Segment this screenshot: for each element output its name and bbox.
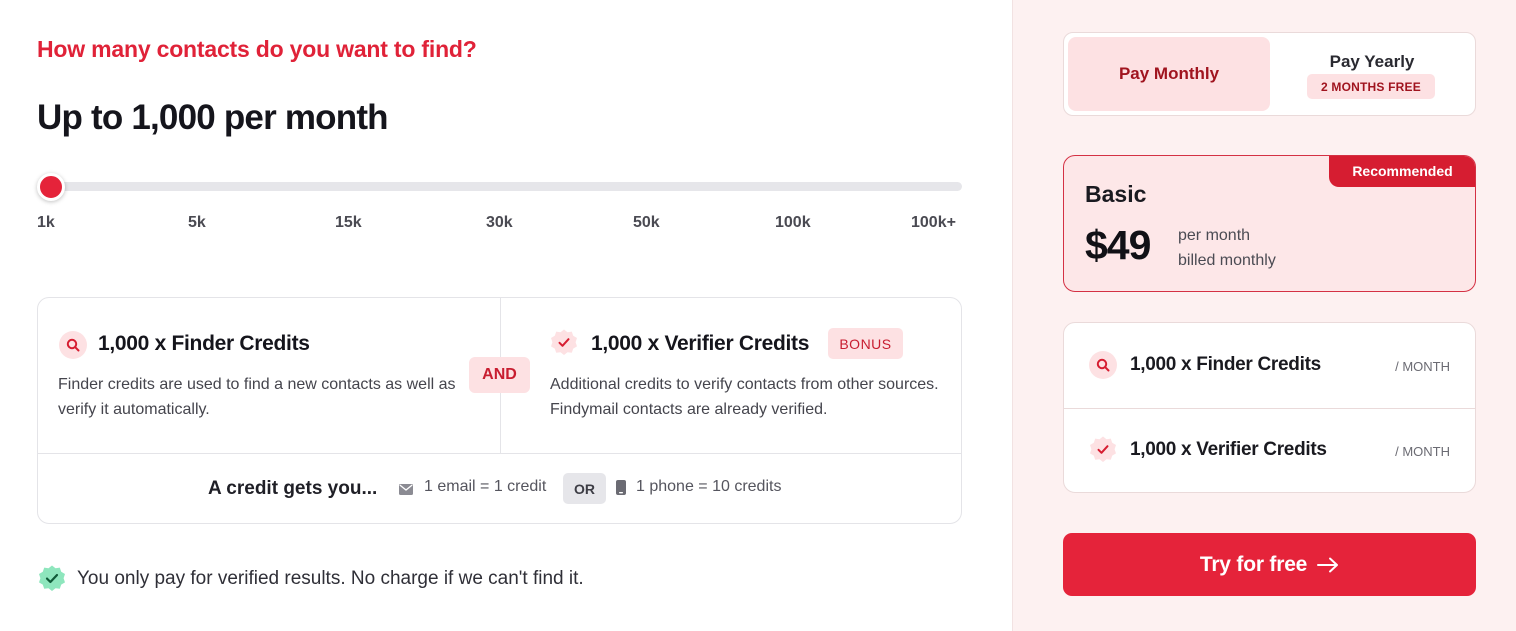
slider-ticks: 1k 5k 15k 30k 50k 100k 100k+ xyxy=(37,214,963,236)
try-for-free-button[interactable]: Try for free xyxy=(1063,533,1476,596)
tick-label[interactable]: 5k xyxy=(188,214,206,232)
verifier-credits-title: 1,000 x Verifier Credits xyxy=(591,332,810,355)
bonus-badge: BONUS xyxy=(828,328,903,359)
credit-gets-label: A credit gets you... xyxy=(208,478,378,499)
cta-label: Try for free xyxy=(1199,552,1308,576)
tick-label[interactable]: 50k xyxy=(633,214,660,232)
tick-label[interactable]: 100k+ xyxy=(911,214,956,232)
calculator-question: How many contacts do you want to find? xyxy=(37,36,477,62)
recommended-badge: Recommended xyxy=(1329,156,1475,187)
arrow-right-icon xyxy=(1317,557,1339,573)
credit-gets-row: A credit gets you... 1 email = 1 credit … xyxy=(38,454,961,524)
feature-title: 1,000 x Finder Credits xyxy=(1130,354,1321,375)
and-separator: AND xyxy=(469,357,530,393)
pay-monthly-tab[interactable]: Pay Monthly xyxy=(1068,37,1270,111)
slider-thumb[interactable] xyxy=(37,173,65,201)
tick-label[interactable]: 15k xyxy=(335,214,362,232)
plan-period-line: per month xyxy=(1178,227,1251,244)
envelope-icon xyxy=(399,482,413,500)
phone-icon xyxy=(616,480,626,500)
divider xyxy=(1064,408,1475,409)
verified-badge-icon xyxy=(549,328,579,358)
feature-unit: / MONTH xyxy=(1395,444,1450,459)
plan-card: Recommended Basic $49 per month billed m… xyxy=(1063,155,1476,292)
pay-yearly-tab[interactable]: Pay Yearly 2 MONTHS FREE xyxy=(1272,37,1472,111)
plan-price: $49 xyxy=(1085,222,1151,268)
months-free-badge: 2 MONTHS FREE xyxy=(1307,74,1435,99)
tick-label[interactable]: 100k xyxy=(775,214,811,232)
check-badge-icon xyxy=(37,564,67,599)
plan-billing-line: billed monthly xyxy=(1178,252,1276,269)
calculator-panel: How many contacts do you want to find? U… xyxy=(0,0,1012,631)
feature-title: 1,000 x Verifier Credits xyxy=(1130,439,1327,460)
verified-badge-icon xyxy=(1088,435,1118,465)
feature-unit: / MONTH xyxy=(1395,359,1450,374)
billing-toggle: Pay Monthly Pay Yearly 2 MONTHS FREE xyxy=(1063,32,1476,116)
tick-label[interactable]: 1k xyxy=(37,214,55,232)
contacts-slider[interactable] xyxy=(37,173,962,201)
plan-name: Basic xyxy=(1085,181,1147,207)
finder-credits-title: 1,000 x Finder Credits xyxy=(98,332,310,355)
or-separator: OR xyxy=(563,473,606,504)
finder-credits-description: Finder credits are used to find a new co… xyxy=(58,376,456,418)
phone-credit-text: 1 phone = 10 credits xyxy=(636,478,782,495)
search-icon xyxy=(59,331,87,359)
plan-period: per month billed monthly xyxy=(1178,223,1276,273)
credits-card: 1,000 x Finder Credits Finder credits ar… xyxy=(37,297,962,524)
guarantee-text: You only pay for verified results. No ch… xyxy=(77,568,584,589)
search-icon xyxy=(1089,351,1117,379)
verifier-credits-description: Additional credits to verify contacts fr… xyxy=(550,376,939,418)
email-credit-text: 1 email = 1 credit xyxy=(424,478,547,495)
contacts-headline: Up to 1,000 per month xyxy=(37,98,389,137)
pay-yearly-label: Pay Yearly xyxy=(1329,52,1415,71)
tick-label[interactable]: 30k xyxy=(486,214,513,232)
plan-features: 1,000 x Finder Credits / MONTH 1,000 x V… xyxy=(1063,322,1476,493)
